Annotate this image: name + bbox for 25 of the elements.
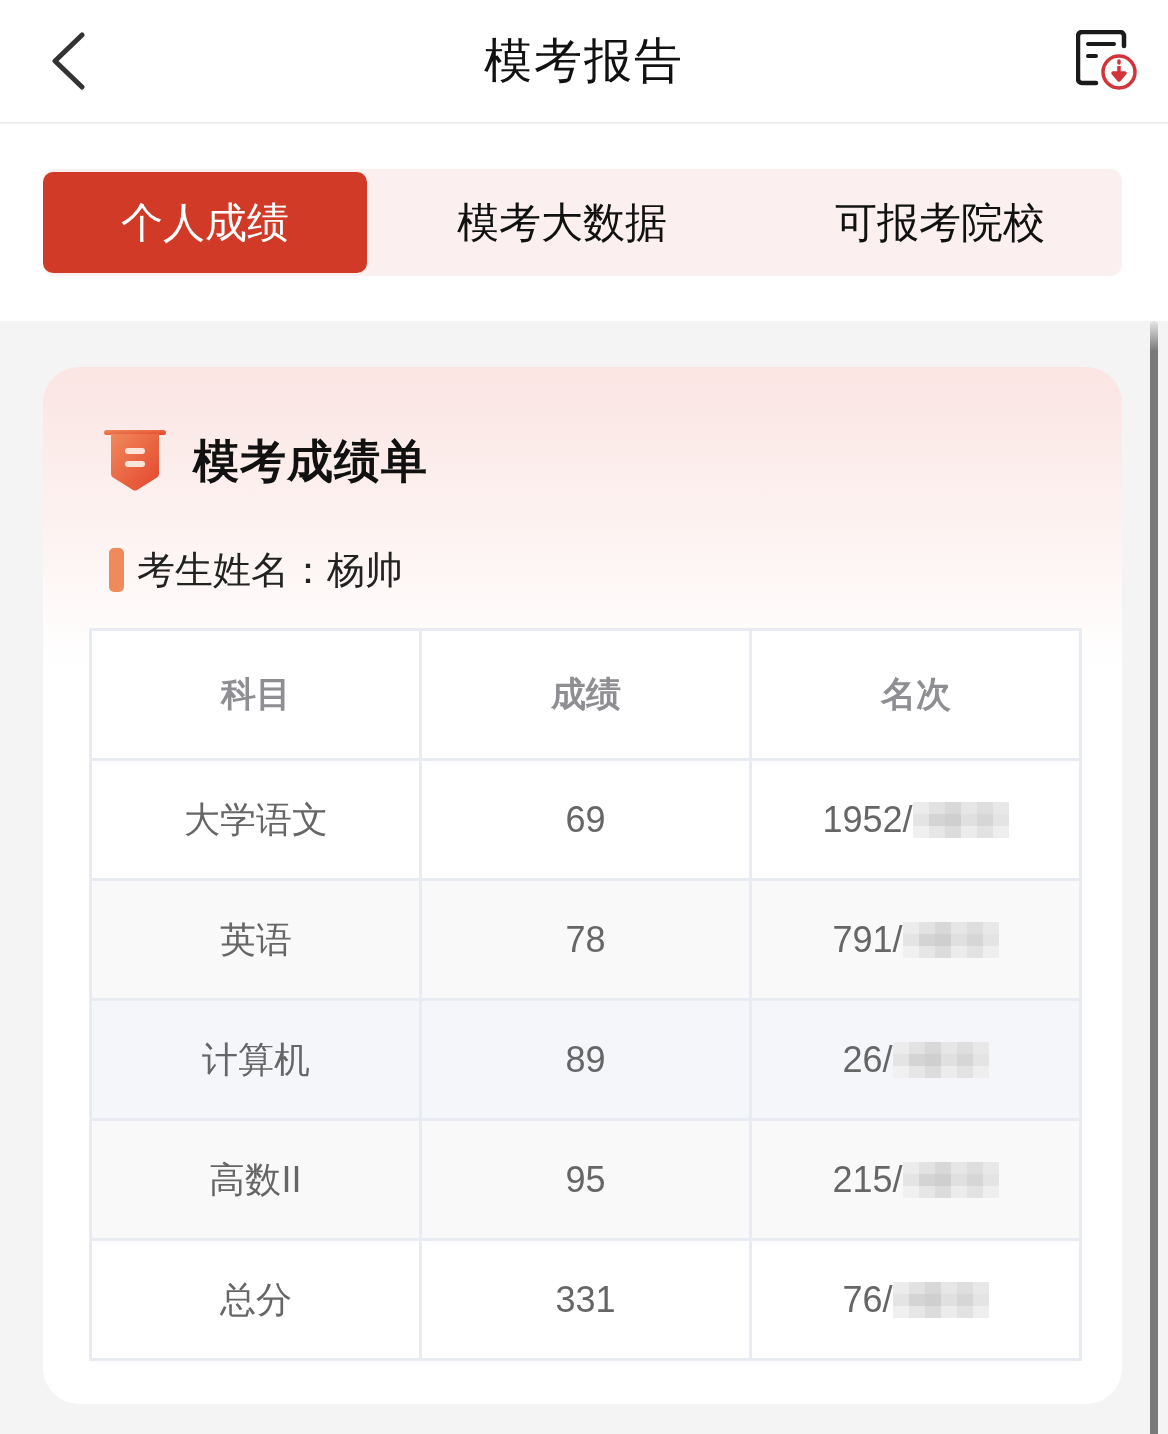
pixel-mosaic-icon: [902, 921, 999, 958]
page-title: 模考报告: [484, 37, 684, 85]
pixel-mosaic-icon: [892, 1281, 989, 1318]
tab[interactable]: 模考大数据: [367, 172, 757, 273]
badge-icon: [104, 430, 166, 492]
column-header: 成绩: [420, 629, 751, 760]
rank-text: 215/: [832, 1161, 903, 1198]
rank-text: 26/: [842, 1041, 893, 1078]
tab[interactable]: 个人成绩: [43, 172, 367, 273]
table-cell: 总分: [90, 1239, 421, 1360]
card-title: 模考成绩单: [193, 438, 428, 484]
accent-bar: [109, 548, 124, 592]
pixel-mosaic-icon: [902, 1161, 999, 1198]
pixel-mosaic-icon: [892, 1041, 989, 1078]
document-download-icon[interactable]: [1076, 30, 1138, 92]
back-chevron-icon[interactable]: [50, 32, 86, 90]
column-header: 名次: [750, 629, 1081, 760]
rank-text: 791/: [832, 921, 903, 958]
tab[interactable]: 可报考院校: [757, 172, 1122, 273]
student-name-text: 考生姓名：杨帅: [137, 551, 403, 589]
rank-text: 76/: [842, 1281, 893, 1318]
pixel-mosaic-icon: [912, 801, 1009, 838]
table-cell: 331: [420, 1239, 751, 1360]
rank-text: 1952/: [822, 801, 913, 838]
column-header: 科目: [90, 629, 421, 760]
